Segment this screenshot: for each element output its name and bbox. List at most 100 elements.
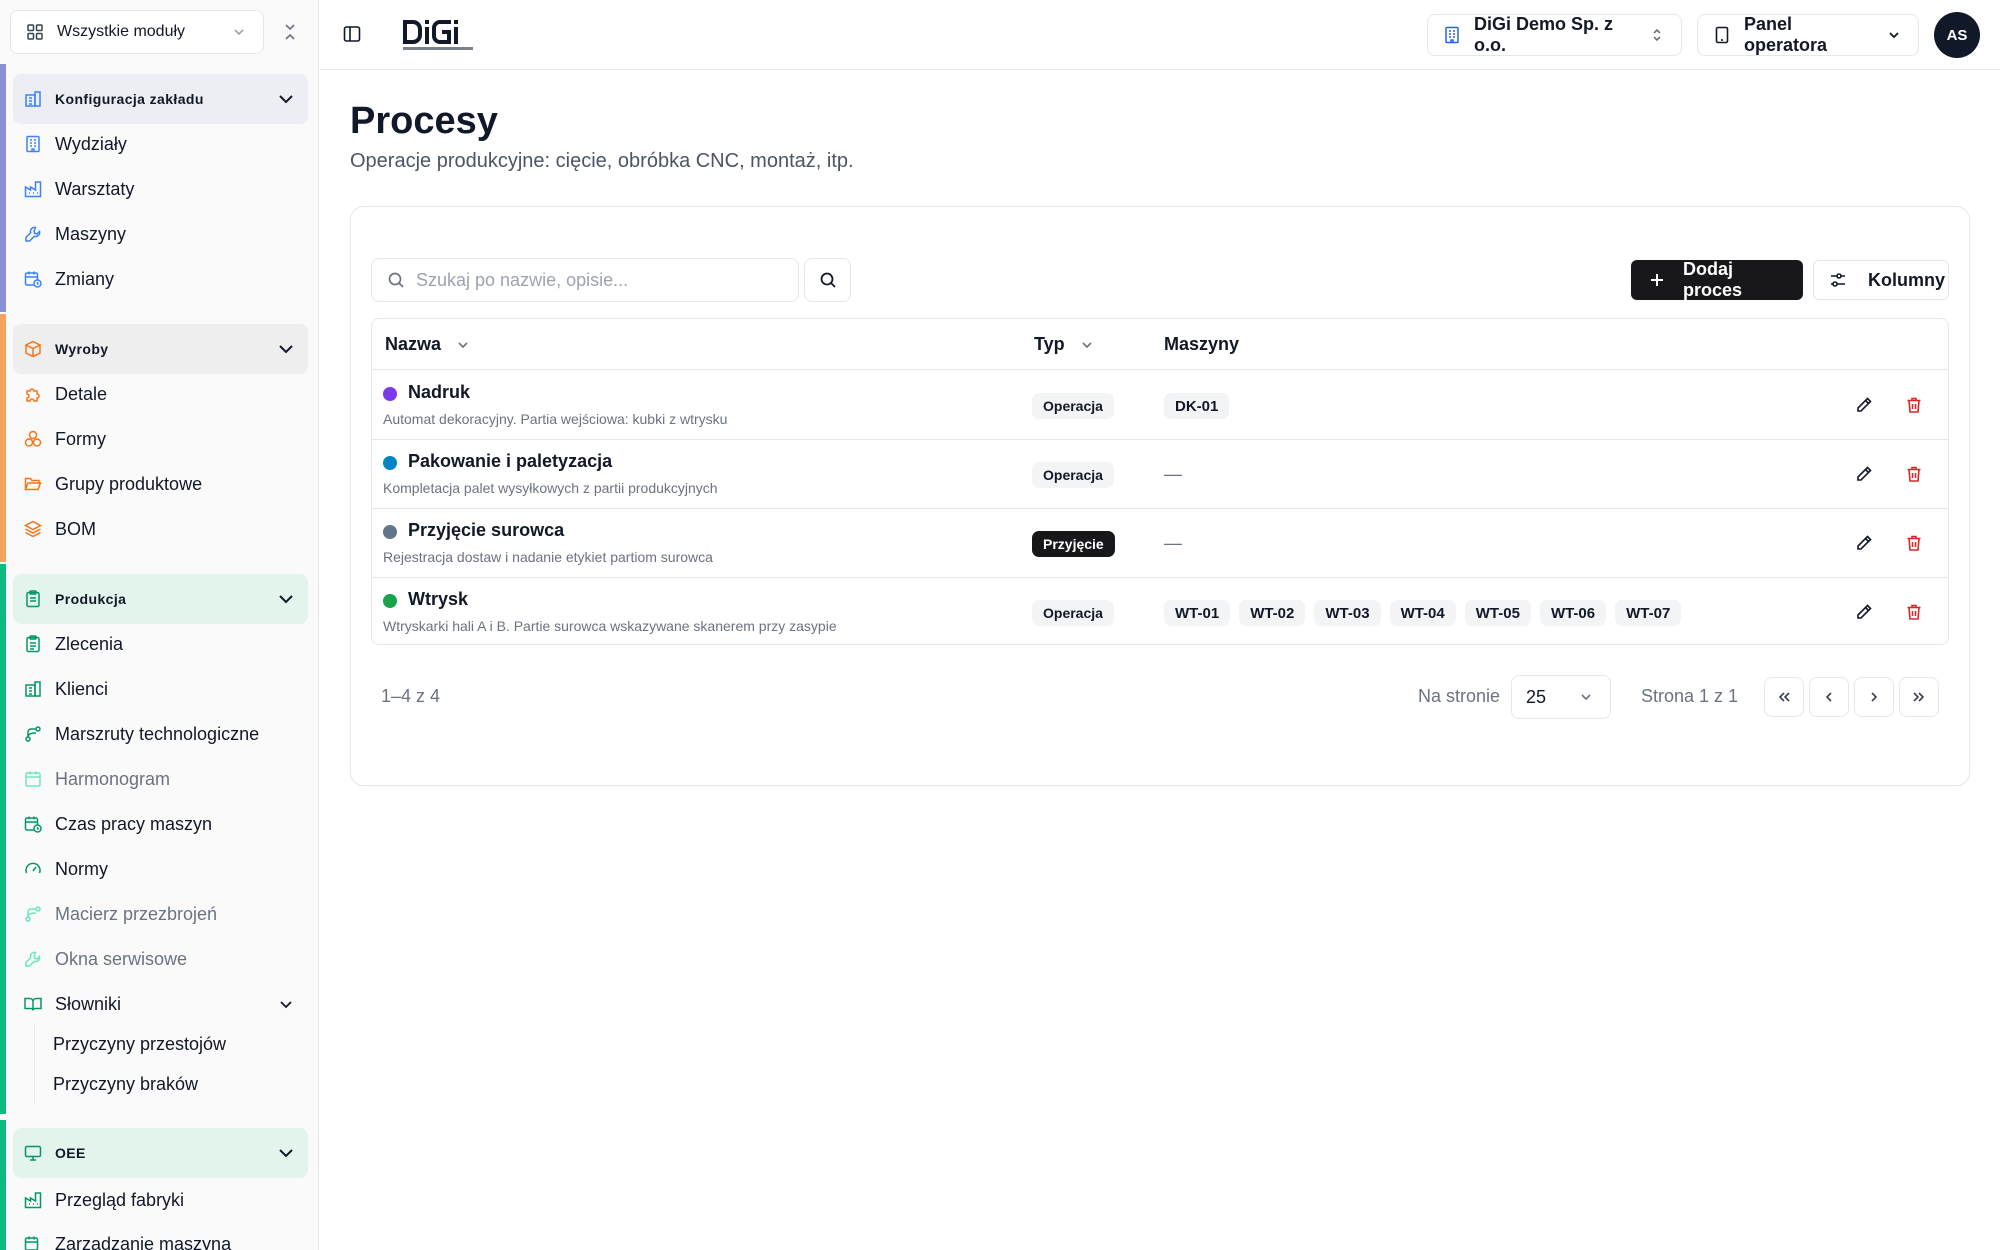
sidebar-subitem-braki[interactable]: Przyczyny braków xyxy=(53,1074,198,1095)
wrench-icon xyxy=(25,226,41,242)
layers-icon xyxy=(23,520,43,538)
sidebar-item-przeglad-fabryki[interactable]: Przegląd fabryki xyxy=(13,1180,308,1220)
company-name: DiGi Demo Sp. z o.o. xyxy=(1474,14,1614,55)
sidebar-item-wydzialy[interactable]: Wydziały xyxy=(13,124,308,164)
section-header-wyroby[interactable]: Wyroby xyxy=(13,324,308,374)
chevron-down-icon xyxy=(279,595,293,604)
section-header-konfiguracja[interactable]: Konfiguracja zakładu xyxy=(13,74,308,124)
collapse-all-icon[interactable] xyxy=(280,22,300,42)
sidebar-item-okna-serwisowe[interactable]: Okna serwisowe xyxy=(13,939,308,979)
trash-icon[interactable] xyxy=(1904,464,1924,484)
wrench-icon xyxy=(25,951,41,967)
page-title: Procesy xyxy=(350,100,498,142)
section-title: Produkcja xyxy=(55,591,127,607)
section-accent-bar xyxy=(0,64,6,312)
role-select[interactable]: Panel operatora xyxy=(1697,14,1919,56)
edit-icon[interactable] xyxy=(1854,395,1874,415)
status-dot xyxy=(383,387,397,401)
shapes-icon xyxy=(24,430,42,447)
sidebar-item-zmiany[interactable]: Zmiany xyxy=(13,259,308,299)
column-header-label: Maszyny xyxy=(1164,334,1240,354)
chevron-down-icon xyxy=(279,1149,293,1158)
puzzle-icon xyxy=(26,388,40,402)
company-select[interactable]: DiGi Demo Sp. z o.o. xyxy=(1427,14,1682,56)
gauge-icon xyxy=(25,862,41,874)
table-row[interactable]: Wtrysk Wtryskarki hali A i B. Partie sur… xyxy=(372,578,1948,644)
clipboard-icon xyxy=(26,590,40,608)
route-icon xyxy=(25,726,41,742)
section-header-produkcja[interactable]: Produkcja xyxy=(13,574,308,624)
chevron-down-icon xyxy=(279,95,293,104)
process-description: Kompletacja palet wysyłkowych z partii p… xyxy=(383,480,718,496)
processes-table: Nazwa Typ Maszyny Nadruk Automat dekorac… xyxy=(371,318,1949,645)
sidebar-item-normy[interactable]: Normy xyxy=(13,849,308,889)
section-header-oee[interactable]: OEE xyxy=(13,1128,308,1178)
type-badge: Operacja xyxy=(1032,600,1114,626)
page-info: Strona 1 z 1 xyxy=(1641,686,1739,706)
tablet-icon xyxy=(1715,26,1729,44)
table-row[interactable]: Przyjęcie surowca Rejestracja dostaw i n… xyxy=(372,509,1948,578)
search-button[interactable] xyxy=(804,258,851,302)
type-badge: Operacja xyxy=(1032,393,1114,419)
module-select[interactable]: Wszystkie moduły xyxy=(10,10,264,54)
sidebar-item-zlecenia[interactable]: Zlecenia xyxy=(13,624,308,664)
status-dot xyxy=(383,594,397,608)
process-name: Pakowanie i paletyzacja xyxy=(408,451,613,471)
role-label: Panel operatora xyxy=(1744,14,1828,55)
chevron-down-icon xyxy=(234,29,244,36)
sidebar-item-slowniki[interactable]: Słowniki xyxy=(13,984,308,1024)
machine-badge: WT-03 xyxy=(1314,600,1381,626)
search-input[interactable] xyxy=(416,269,776,291)
avatar[interactable]: AS xyxy=(1934,12,1980,58)
sidebar-item-label: Zmiany xyxy=(55,268,115,289)
edit-icon[interactable] xyxy=(1854,602,1874,622)
clipboard-list-icon xyxy=(26,635,40,653)
sidebar-item-label: Okna serwisowe xyxy=(55,948,188,969)
process-name: Nadruk xyxy=(408,382,471,402)
chevron-down-icon xyxy=(1889,32,1899,39)
sidebar-item-label: BOM xyxy=(55,518,97,539)
last-page-button[interactable] xyxy=(1899,677,1939,717)
columns-button[interactable]: Kolumny xyxy=(1813,260,1949,300)
sidebar-item-marszruty[interactable]: Marszruty technologiczne xyxy=(13,714,308,754)
sidebar-item-bom[interactable]: BOM xyxy=(13,509,308,549)
sidebar-item-label: Zarządzanie maszyną xyxy=(55,1233,232,1250)
next-page-button[interactable] xyxy=(1854,677,1894,717)
column-header-label: Typ xyxy=(1034,334,1065,354)
calendar-clock-icon xyxy=(24,271,42,288)
sidebar-item-czas-pracy[interactable]: Czas pracy maszyn xyxy=(13,804,308,844)
table-row[interactable]: Pakowanie i paletyzacja Kompletacja pale… xyxy=(372,440,1948,509)
sidebar-item-harmonogram[interactable]: Harmonogram xyxy=(13,759,308,799)
per-page-select[interactable]: 25 xyxy=(1511,675,1611,719)
sidebar-item-warsztaty[interactable]: Warsztaty xyxy=(13,169,308,209)
section-wyroby: Wyroby Detale Formy Grupy produktowe BOM xyxy=(0,314,318,562)
chevron-down-icon xyxy=(280,1001,292,1009)
sidebar-item-formy[interactable]: Formy xyxy=(13,419,308,459)
trash-icon[interactable] xyxy=(1904,395,1924,415)
trash-icon[interactable] xyxy=(1904,533,1924,553)
sidebar-item-grupy-produktowe[interactable]: Grupy produktowe xyxy=(13,464,308,504)
sidebar-item-zarzadzanie-maszyna[interactable]: Zarządzanie maszyną xyxy=(13,1224,308,1250)
sidebar-item-maszyny[interactable]: Maszyny xyxy=(13,214,308,254)
sidebar-item-klienci[interactable]: Klienci xyxy=(13,669,308,709)
chevron-down-icon xyxy=(279,345,293,354)
table-row[interactable]: Nadruk Automat dekoracyjny. Partia wejśc… xyxy=(372,371,1948,440)
column-header-name[interactable]: Nazwa xyxy=(385,319,473,370)
calendar-clock-icon xyxy=(24,816,42,833)
monitor-icon xyxy=(24,1145,42,1161)
edit-icon[interactable] xyxy=(1854,533,1874,553)
plus-icon xyxy=(1651,274,1663,286)
sidebar-toggle-icon[interactable] xyxy=(342,24,362,44)
prev-page-button[interactable] xyxy=(1809,677,1849,717)
table-header: Nazwa Typ Maszyny xyxy=(372,319,1948,370)
search-field[interactable] xyxy=(371,258,799,302)
column-header-type[interactable]: Typ xyxy=(1034,319,1097,370)
sidebar-item-macierz[interactable]: Macierz przezbrojeń xyxy=(13,894,308,934)
edit-icon[interactable] xyxy=(1854,464,1874,484)
sidebar-item-detale[interactable]: Detale xyxy=(13,374,308,414)
trash-icon[interactable] xyxy=(1904,602,1924,622)
calendar-clock-icon xyxy=(24,1236,39,1250)
sidebar-subitem-przestoje[interactable]: Przyczyny przestojów xyxy=(53,1034,226,1055)
first-page-button[interactable] xyxy=(1764,677,1804,717)
add-process-button[interactable]: Dodaj proces xyxy=(1631,259,1803,300)
